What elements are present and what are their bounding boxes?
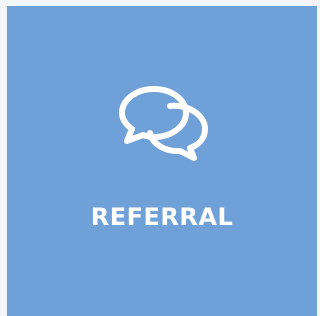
tile-label: REFERRAL	[90, 203, 234, 231]
chat-bubbles-icon	[119, 86, 208, 161]
referral-tile[interactable]: REFERRAL	[7, 6, 317, 316]
